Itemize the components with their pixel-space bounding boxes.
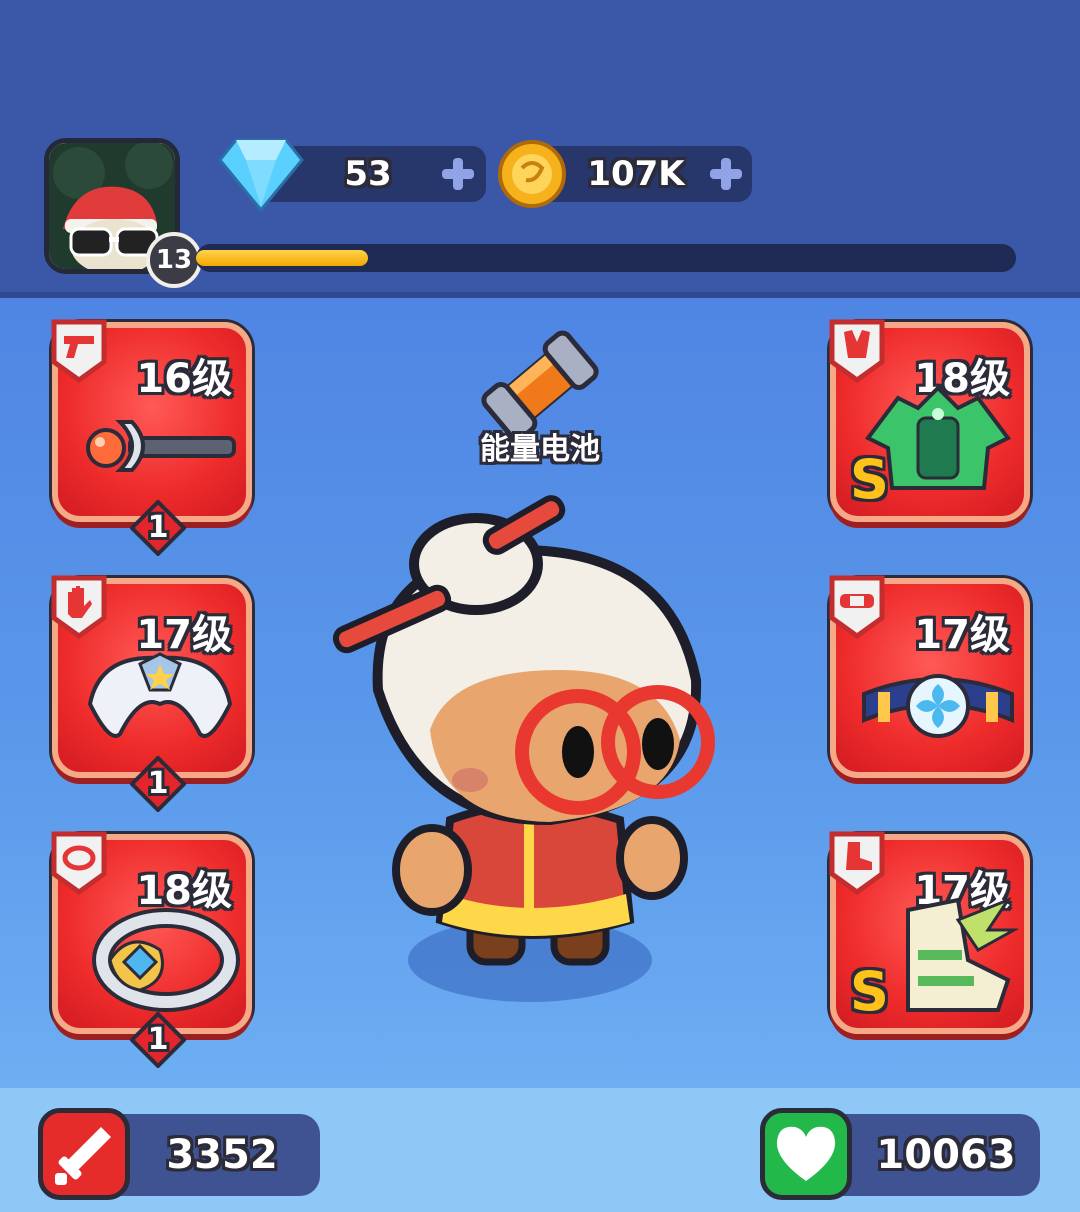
gloves-slot[interactable]: 17级 1	[51, 575, 252, 813]
xp-progress-bar	[196, 244, 1016, 272]
energy-battery-label: 能量电池	[480, 432, 600, 467]
attack-value: 3352	[166, 1132, 278, 1178]
vest-icon	[829, 319, 885, 384]
xp-progress-fill	[196, 250, 369, 266]
armor-slot[interactable]: 18级 S	[829, 319, 1030, 522]
health-value: 10063	[876, 1132, 1016, 1178]
ring-slot[interactable]: 18级 1	[51, 831, 252, 1069]
plus-icon	[710, 158, 742, 190]
ring-art-icon	[92, 908, 240, 1012]
coin-count: 107K	[587, 154, 685, 194]
add-gems-button[interactable]	[434, 146, 482, 202]
belt-art-icon	[862, 674, 1014, 738]
rank-s-badge: S	[850, 960, 889, 1023]
hero-character[interactable]	[320, 490, 740, 1030]
boots-slot[interactable]: 17级 S	[829, 831, 1030, 1034]
weapon-slot[interactable]: 16级 1	[51, 319, 252, 557]
sword-icon	[38, 1108, 130, 1200]
hand-icon	[51, 575, 107, 640]
pistol-icon	[51, 319, 107, 384]
belt-icon	[829, 575, 885, 640]
count-badge: 1	[129, 755, 187, 813]
diamond-icon	[218, 138, 304, 212]
add-coins-button[interactable]	[702, 146, 750, 202]
count-badge: 1	[129, 499, 187, 557]
rank-s-badge: S	[850, 448, 889, 511]
belt-slot[interactable]: 17级	[829, 575, 1030, 778]
staff-icon	[86, 420, 236, 472]
boot-icon	[829, 831, 885, 896]
ring-icon	[51, 831, 107, 896]
plus-icon	[442, 158, 474, 190]
count-badge: 1	[129, 1011, 187, 1069]
coin-icon	[498, 140, 566, 208]
heart-icon	[760, 1108, 852, 1200]
gem-count: 53	[344, 154, 392, 194]
gloves-icon	[87, 652, 233, 738]
player-level-badge: 13	[146, 232, 202, 288]
